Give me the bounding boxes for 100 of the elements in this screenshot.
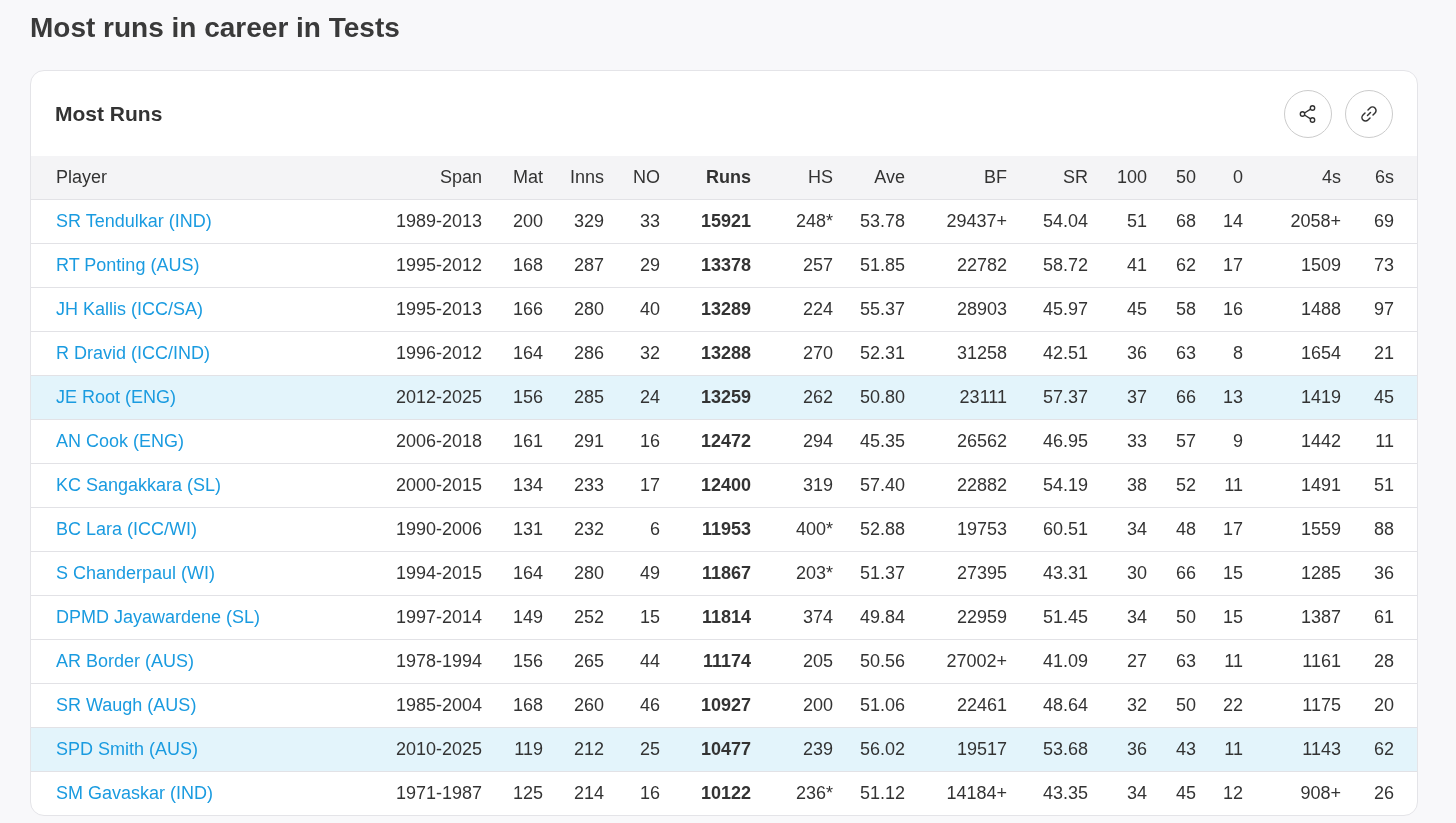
table-cell: 164 <box>482 551 543 596</box>
table-cell: 45 <box>1147 771 1196 815</box>
table-cell: 46.95 <box>1007 419 1088 464</box>
table-cell: 1285 <box>1243 551 1341 596</box>
player-link[interactable]: JE Root (ENG) <box>56 387 177 407</box>
table-cell: 36 <box>1341 551 1417 596</box>
player-link[interactable]: AR Border (AUS) <box>56 651 195 671</box>
table-cell: 12 <box>1196 771 1243 815</box>
table-cell: 236* <box>751 771 833 815</box>
table-cell: 19517 <box>905 727 1007 772</box>
table-cell: 62 <box>1341 727 1417 772</box>
table-cell: 1996-2012 <box>331 331 482 376</box>
table-cell: 33 <box>604 199 660 244</box>
link-button[interactable] <box>1345 89 1393 138</box>
table-cell: 248* <box>751 199 833 244</box>
table-cell: 11814 <box>660 595 751 640</box>
table-cell: 52.88 <box>833 507 905 552</box>
column-header: Ave <box>833 156 905 200</box>
table-cell: 45 <box>1088 287 1147 332</box>
table-cell: 14184+ <box>905 771 1007 815</box>
table-cell: 1978-1994 <box>331 639 482 684</box>
table-cell: 45.35 <box>833 419 905 464</box>
table-cell: 10122 <box>660 771 751 815</box>
table-cell: 34 <box>1088 507 1147 552</box>
table-cell: 53.78 <box>833 199 905 244</box>
table-cell: 24 <box>604 375 660 420</box>
table-cell: 1995-2013 <box>331 287 482 332</box>
player-link[interactable]: KC Sangakkara (SL) <box>56 475 222 495</box>
player-link[interactable]: BC Lara (ICC/WI) <box>56 519 197 539</box>
table-cell: 36 <box>1088 727 1147 772</box>
table-cell: 61 <box>1341 595 1417 640</box>
table-cell: 13288 <box>660 331 751 376</box>
table-cell: 11 <box>1341 419 1417 464</box>
table-cell: 63 <box>1147 639 1196 684</box>
table-cell: 233 <box>543 463 604 508</box>
table-cell: 1994-2015 <box>331 551 482 596</box>
table-cell: 26 <box>1341 771 1417 815</box>
player-link[interactable]: R Dravid (ICC/IND) <box>56 343 210 363</box>
table-cell: 6 <box>604 507 660 552</box>
table-cell: 37 <box>1088 375 1147 420</box>
player-link[interactable]: SR Tendulkar (IND) <box>56 211 212 231</box>
table-cell: 34 <box>1088 595 1147 640</box>
player-link[interactable]: RT Ponting (AUS) <box>56 255 200 275</box>
table-cell: 319 <box>751 463 833 508</box>
player-link[interactable]: SR Waugh (AUS) <box>56 695 197 715</box>
player-link[interactable]: SPD Smith (AUS) <box>56 739 199 759</box>
table-cell: 10477 <box>660 727 751 772</box>
table-cell: 32 <box>1088 683 1147 728</box>
table-cell: 14 <box>1196 199 1243 244</box>
table-cell: 27002+ <box>905 639 1007 684</box>
table-cell: 40 <box>604 287 660 332</box>
table-cell: 45 <box>1341 375 1417 420</box>
table-cell: 156 <box>482 639 543 684</box>
column-header: 50 <box>1147 156 1196 200</box>
table-cell: 51.37 <box>833 551 905 596</box>
table-cell: 21 <box>1341 331 1417 376</box>
column-header: Player <box>31 156 331 200</box>
table-cell: 134 <box>482 463 543 508</box>
player-link[interactable]: DPMD Jayawardene (SL) <box>56 607 261 627</box>
table-cell: 43.35 <box>1007 771 1088 815</box>
table-cell: 49.84 <box>833 595 905 640</box>
table-cell: 11953 <box>660 507 751 552</box>
table-cell: 205 <box>751 639 833 684</box>
table-cell: 55.37 <box>833 287 905 332</box>
table-cell: 22959 <box>905 595 1007 640</box>
table-cell: 2058+ <box>1243 199 1341 244</box>
table-cell: 908+ <box>1243 771 1341 815</box>
table-cell: 212 <box>543 727 604 772</box>
table-cell: 11867 <box>660 551 751 596</box>
table-cell: 15 <box>1196 595 1243 640</box>
table-cell: 400* <box>751 507 833 552</box>
table-cell: 15921 <box>660 199 751 244</box>
table-cell: 44 <box>604 639 660 684</box>
table-cell: 49 <box>604 551 660 596</box>
share-button[interactable] <box>1284 89 1332 138</box>
table-cell: 17 <box>604 463 660 508</box>
table-cell: 53.68 <box>1007 727 1088 772</box>
table-cell: 20 <box>1341 683 1417 728</box>
table-cell: 22782 <box>905 243 1007 288</box>
table-cell: 1971-1987 <box>331 771 482 815</box>
table-cell: 224 <box>751 287 833 332</box>
table-cell: 200 <box>482 199 543 244</box>
player-link[interactable]: AN Cook (ENG) <box>56 431 185 451</box>
table-cell: 1419 <box>1243 375 1341 420</box>
table-cell: 287 <box>543 243 604 288</box>
table-cell: 36 <box>1088 331 1147 376</box>
player-link[interactable]: S Chanderpaul (WI) <box>56 563 216 583</box>
table-cell: 22461 <box>905 683 1007 728</box>
table-cell: 97 <box>1341 287 1417 332</box>
table-cell: 2006-2018 <box>331 419 482 464</box>
player-link[interactable]: JH Kallis (ICC/SA) <box>56 299 203 319</box>
table-cell: 260 <box>543 683 604 728</box>
table-cell: 22 <box>1196 683 1243 728</box>
column-header: Span <box>331 156 482 200</box>
table-cell: 203* <box>751 551 833 596</box>
player-link[interactable]: SM Gavaskar (IND) <box>56 783 214 803</box>
table-cell: 32 <box>604 331 660 376</box>
column-header: 0 <box>1196 156 1243 200</box>
table-cell: 28903 <box>905 287 1007 332</box>
table-cell: 27 <box>1088 639 1147 684</box>
